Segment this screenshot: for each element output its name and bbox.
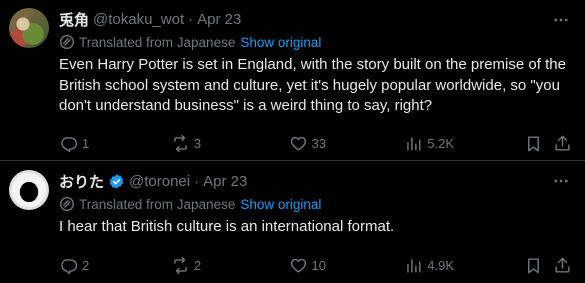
- show-original-link[interactable]: Show original: [240, 197, 321, 212]
- heart-icon: [290, 136, 306, 151]
- heart-icon: [290, 258, 306, 273]
- display-name[interactable]: おりた: [59, 171, 104, 192]
- share-icon: [555, 257, 570, 273]
- share-icon: [555, 135, 570, 151]
- avatar[interactable]: [9, 170, 49, 210]
- translated-label: Translated from Japanese: [79, 196, 236, 212]
- share-button[interactable]: [553, 256, 573, 275]
- tweet-actions: 2 2 10 4.9K: [59, 249, 573, 283]
- reply-icon: [61, 259, 78, 275]
- like-button[interactable]: 10: [289, 256, 405, 275]
- more-options-button[interactable]: [551, 10, 571, 30]
- analytics-icon: [407, 259, 421, 273]
- user-handle[interactable]: @toronei: [129, 173, 190, 190]
- views-button[interactable]: 4.9K: [404, 256, 524, 275]
- repost-button[interactable]: 3: [171, 134, 289, 153]
- verified-badge-icon: [109, 173, 124, 189]
- reply-count: 2: [82, 258, 90, 273]
- more-icon: [554, 18, 568, 22]
- more-icon: [554, 179, 568, 183]
- repost-button[interactable]: 2: [171, 256, 289, 275]
- bookmark-button[interactable]: [524, 134, 553, 153]
- translated-label: Translated from Japanese: [79, 34, 236, 50]
- share-button[interactable]: [553, 134, 573, 153]
- tweet-header: 兎角 @tokaku_wot · Apr 23: [59, 9, 573, 29]
- separator: ·: [188, 10, 194, 28]
- repost-count: 2: [193, 258, 202, 273]
- show-original-link[interactable]: Show original: [240, 35, 321, 50]
- translation-notice: Translated from Japanese Show original: [59, 194, 573, 214]
- bookmark-button[interactable]: [524, 256, 553, 275]
- bookmark-icon: [527, 136, 539, 152]
- tweet[interactable]: 兎角 @tokaku_wot · Apr 23 Translated from …: [0, 0, 585, 161]
- analytics-icon: [407, 137, 421, 151]
- repost-count: 3: [193, 136, 202, 151]
- more-options-button[interactable]: [551, 171, 571, 191]
- view-count: 5.2K: [427, 136, 455, 151]
- reply-button[interactable]: 2: [59, 256, 171, 275]
- bookmark-icon: [527, 258, 539, 274]
- separator: ·: [194, 172, 200, 190]
- timestamp[interactable]: Apr 23: [203, 173, 247, 190]
- avatar[interactable]: [9, 8, 49, 48]
- tweet-header: おりた @toronei · Apr 23: [59, 171, 573, 191]
- translate-icon: [59, 34, 75, 50]
- reply-icon: [61, 137, 78, 153]
- reply-count: 1: [82, 136, 90, 151]
- like-count: 33: [311, 136, 326, 151]
- tweet-text: Even Harry Potter is set in England, wit…: [59, 56, 566, 114]
- user-handle[interactable]: @tokaku_wot: [93, 11, 184, 28]
- view-count: 4.9K: [427, 258, 455, 273]
- repost-icon: [174, 256, 187, 275]
- reply-button[interactable]: 1: [59, 134, 171, 153]
- like-button[interactable]: 33: [289, 134, 405, 153]
- timestamp[interactable]: Apr 23: [197, 11, 241, 28]
- repost-icon: [174, 134, 187, 153]
- translation-notice: Translated from Japanese Show original: [59, 32, 573, 52]
- like-count: 10: [311, 258, 326, 273]
- translate-icon: [59, 196, 75, 212]
- views-button[interactable]: 5.2K: [404, 134, 524, 153]
- tweet[interactable]: おりた @toronei · Apr 23 Translated from Ja…: [0, 161, 585, 282]
- tweet-text: I hear that British culture is an intern…: [59, 218, 395, 235]
- tweet-actions: 1 3 33 5.2K: [59, 127, 573, 161]
- display-name[interactable]: 兎角: [59, 9, 89, 30]
